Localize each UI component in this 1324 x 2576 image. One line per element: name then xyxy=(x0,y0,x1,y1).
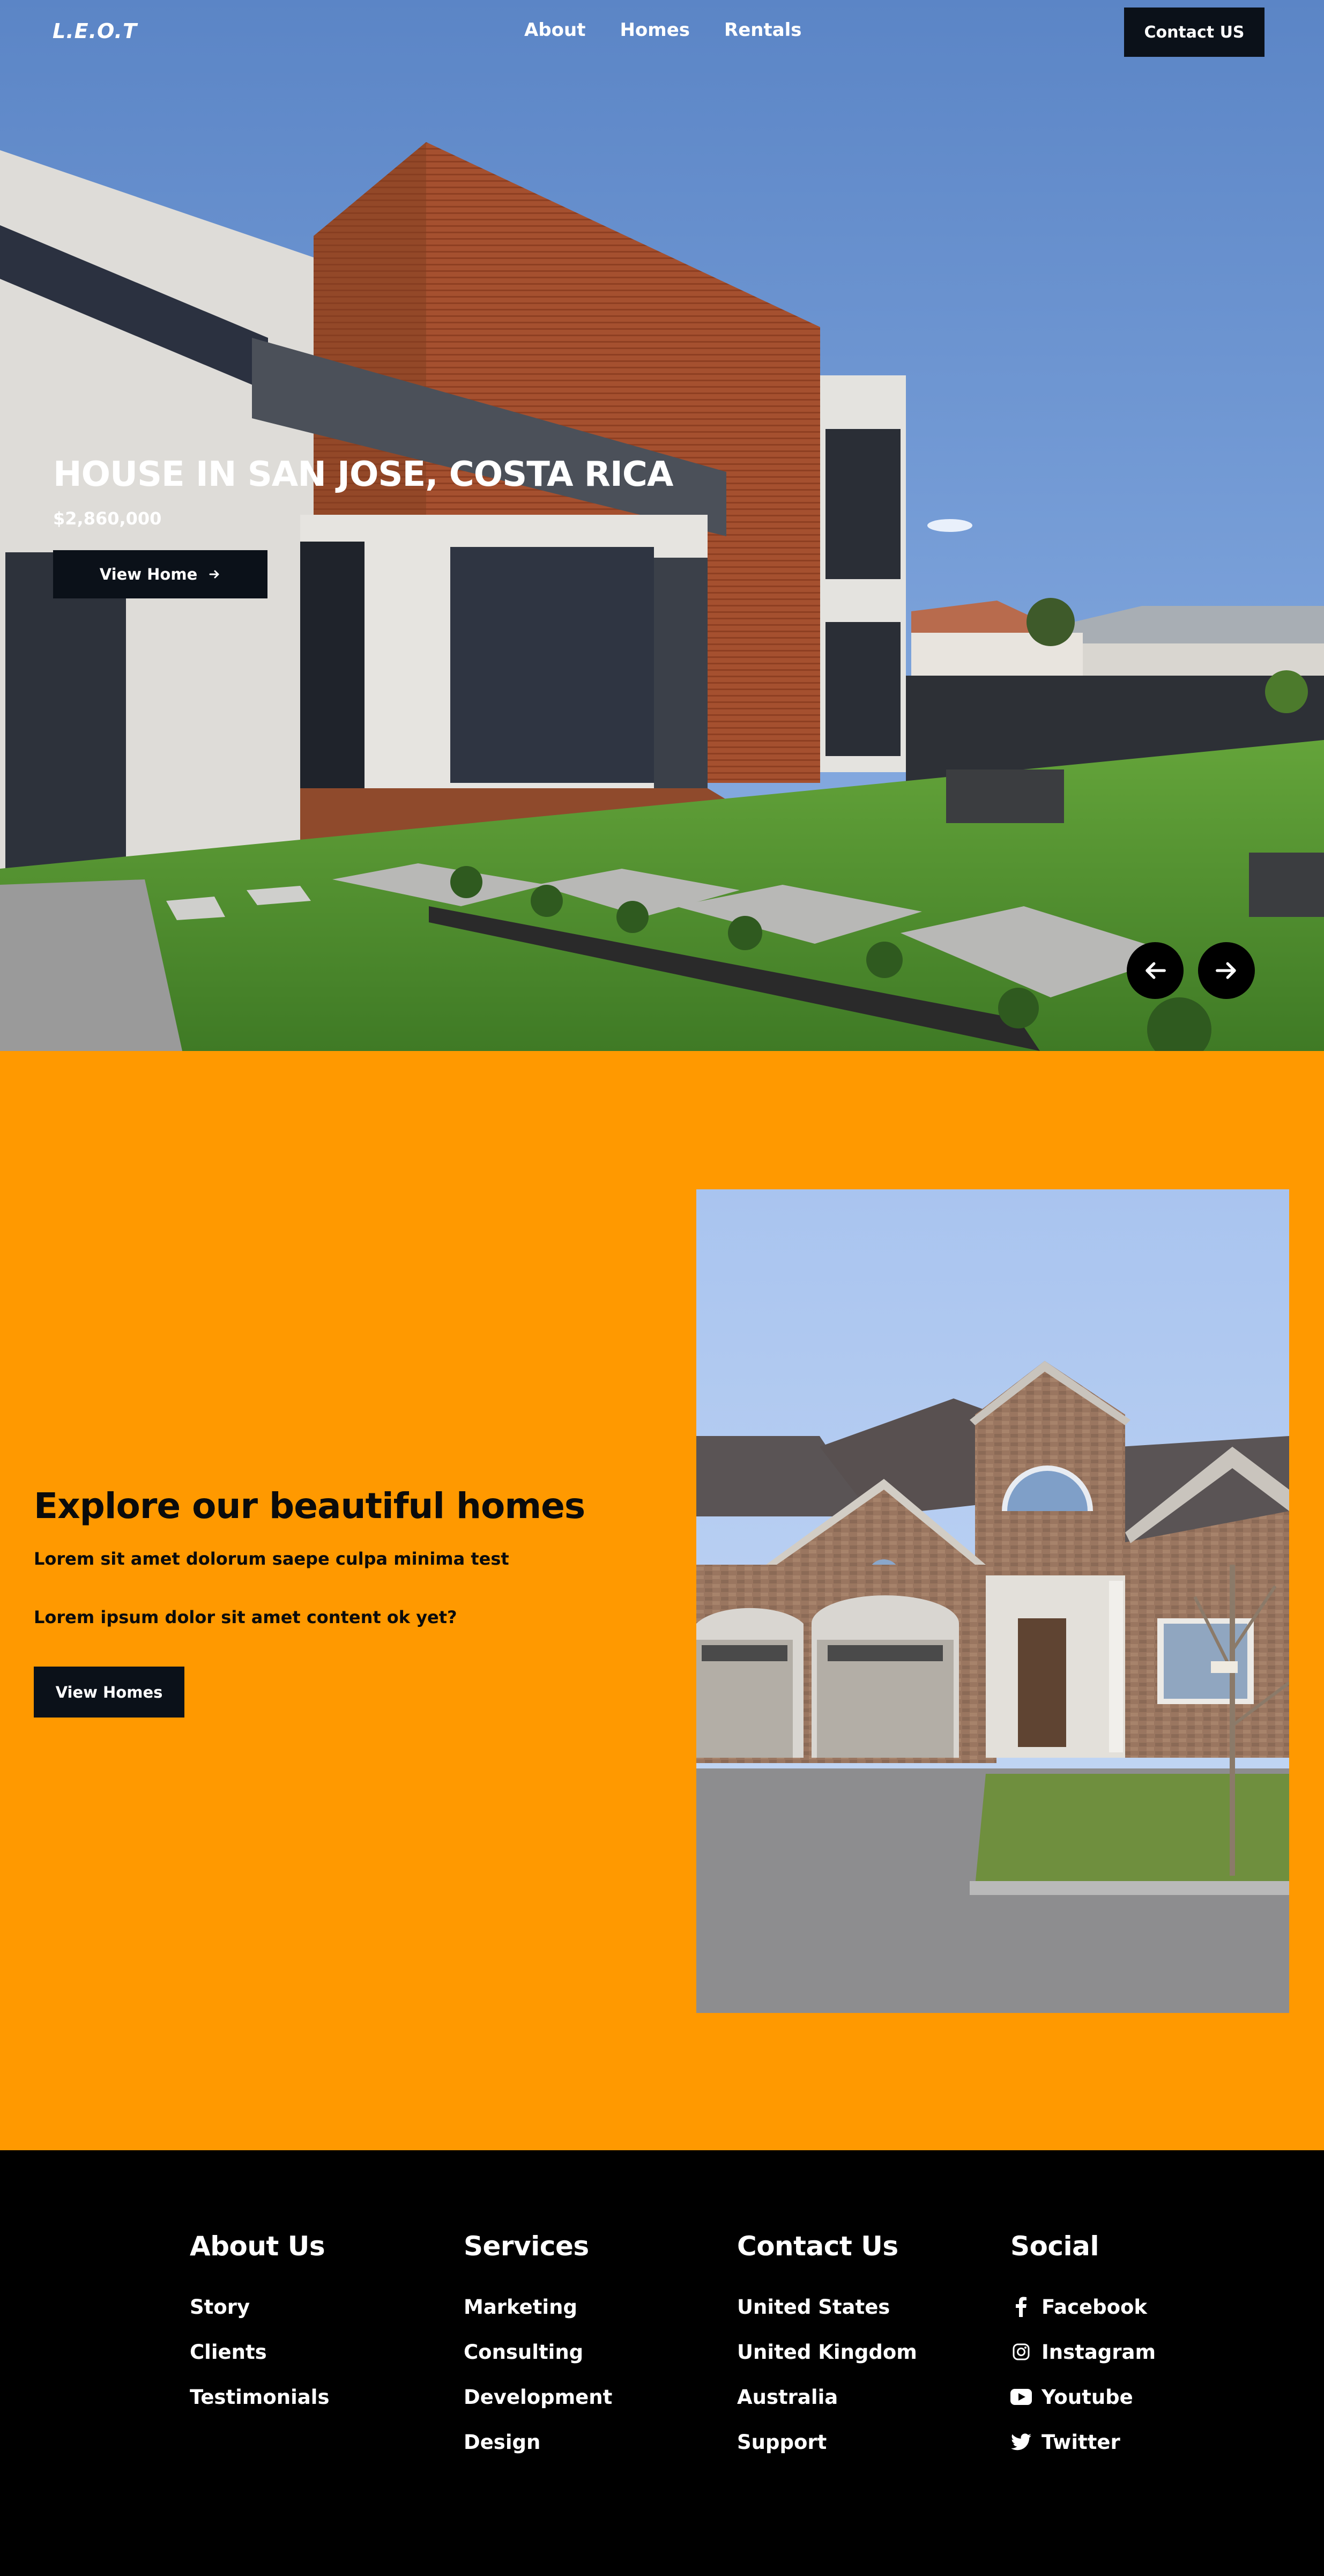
footer-link-australia[interactable]: Australia xyxy=(737,2374,917,2419)
main-nav: About Homes Rentals xyxy=(524,19,802,41)
hero-title: HOUSE IN SAN JOSE, COSTA RICA xyxy=(53,455,673,494)
contact-us-button[interactable]: Contact US xyxy=(1124,8,1265,57)
hero-section: L.E.O.T About Homes Rentals Contact US H… xyxy=(0,0,1324,1051)
arrow-right-icon xyxy=(209,570,219,579)
arrow-left-icon xyxy=(1146,962,1166,979)
arrow-right-icon xyxy=(1216,962,1236,979)
social-label-instagram: Instagram xyxy=(1042,2340,1156,2364)
footer-col-social: Social Facebook Instagram Youtube Twitte… xyxy=(1010,2231,1156,2475)
explore-text-1: Lorem sit amet dolorum saepe culpa minim… xyxy=(34,1549,509,1569)
footer-link-consulting[interactable]: Consulting xyxy=(464,2329,612,2374)
explore-section: Explore our beautiful homes Lorem sit am… xyxy=(0,1051,1324,2150)
nav-link-about[interactable]: About xyxy=(524,19,585,41)
footer-link-story[interactable]: Story xyxy=(190,2284,329,2329)
logo[interactable]: L.E.O.T xyxy=(53,19,137,43)
twitter-icon xyxy=(1010,2433,1032,2451)
footer-col-contact: Contact Us United States United Kingdom … xyxy=(737,2231,917,2475)
social-label-youtube: Youtube xyxy=(1042,2385,1133,2409)
social-link-instagram[interactable]: Instagram xyxy=(1010,2329,1156,2374)
hero-price: $2,860,000 xyxy=(53,508,162,529)
footer-link-development[interactable]: Development xyxy=(464,2374,612,2419)
brick-house-photo xyxy=(696,1189,1289,2013)
footer-link-clients[interactable]: Clients xyxy=(190,2329,329,2374)
youtube-icon xyxy=(1010,2389,1032,2405)
footer-link-united-states[interactable]: United States xyxy=(737,2284,917,2329)
social-link-facebook[interactable]: Facebook xyxy=(1010,2284,1156,2329)
facebook-icon xyxy=(1010,2297,1032,2317)
view-home-button[interactable]: View Home xyxy=(53,550,267,598)
explore-text-2: Lorem ipsum dolor sit amet content ok ye… xyxy=(34,1607,457,1627)
social-label-twitter: Twitter xyxy=(1042,2430,1120,2454)
footer-link-design[interactable]: Design xyxy=(464,2419,612,2464)
social-link-twitter[interactable]: Twitter xyxy=(1010,2419,1156,2464)
footer-link-testimonials[interactable]: Testimonials xyxy=(190,2374,329,2419)
footer-heading-contact: Contact Us xyxy=(737,2231,898,2262)
social-link-youtube[interactable]: Youtube xyxy=(1010,2374,1156,2419)
footer-heading-services: Services xyxy=(464,2231,589,2262)
instagram-icon xyxy=(1010,2343,1032,2361)
footer-col-about: About Us Story Clients Testimonials xyxy=(190,2231,329,2430)
carousel-next-button[interactable] xyxy=(1198,942,1255,999)
hero-house-photo xyxy=(0,0,1324,1051)
nav-link-homes[interactable]: Homes xyxy=(620,19,690,41)
view-home-label: View Home xyxy=(99,565,198,583)
footer-col-services: Services Marketing Consulting Developmen… xyxy=(464,2231,612,2475)
footer-link-support[interactable]: Support xyxy=(737,2419,917,2464)
explore-title: Explore our beautiful homes xyxy=(34,1485,585,1527)
footer: About Us Story Clients Testimonials Serv… xyxy=(0,2150,1324,2576)
footer-heading-social: Social xyxy=(1010,2231,1099,2262)
footer-heading-about: About Us xyxy=(190,2231,325,2262)
footer-link-united-kingdom[interactable]: United Kingdom xyxy=(737,2329,917,2374)
footer-link-marketing[interactable]: Marketing xyxy=(464,2284,612,2329)
social-label-facebook: Facebook xyxy=(1042,2295,1148,2319)
nav-link-rentals[interactable]: Rentals xyxy=(724,19,802,41)
carousel-prev-button[interactable] xyxy=(1127,942,1184,999)
view-homes-button[interactable]: View Homes xyxy=(34,1667,184,1718)
